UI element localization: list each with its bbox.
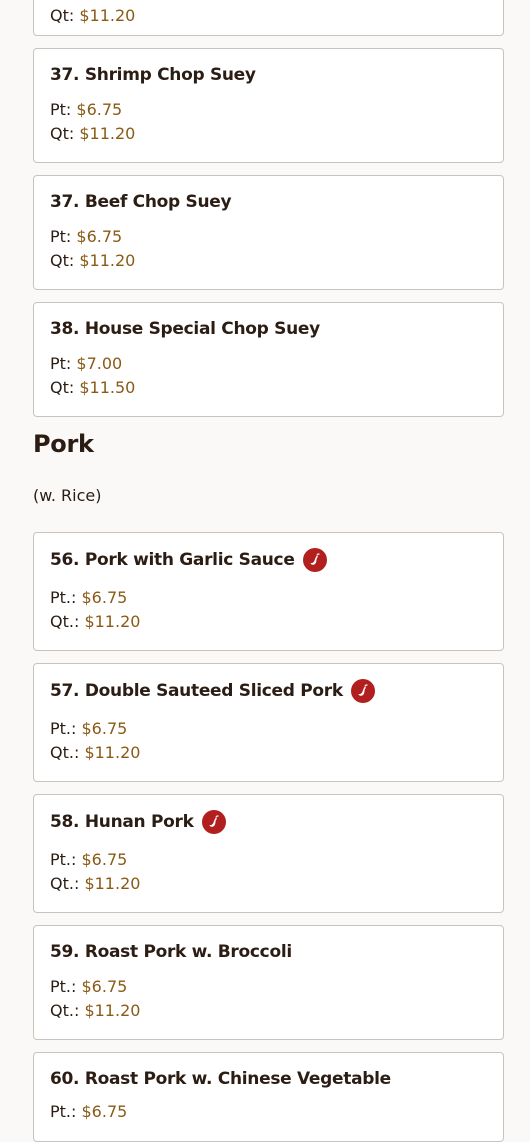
price-value: $6.75 bbox=[81, 588, 128, 607]
price-value: $7.00 bbox=[76, 354, 123, 373]
price-label: Qt: bbox=[50, 124, 75, 143]
price-label: Qt: bbox=[50, 251, 75, 270]
price-label: Pt.: bbox=[50, 977, 77, 996]
section-title: Pork bbox=[33, 430, 94, 458]
price-value: $11.20 bbox=[84, 743, 141, 762]
price-label: Pt.: bbox=[50, 719, 77, 738]
menu-item-card[interactable]: 58. Hunan Pork Pt.: $6.75 Qt.: $11.20 bbox=[33, 794, 504, 913]
menu-item-title-row: 58. Hunan Pork bbox=[50, 810, 226, 834]
price-row: Qt.: $11.20 bbox=[50, 612, 140, 631]
price-row: Qt: $11.20 bbox=[50, 6, 135, 25]
menu-item-card[interactable]: 59. Roast Pork w. Broccoli Pt.: $6.75 Qt… bbox=[33, 925, 504, 1040]
menu-item-card[interactable]: 57. Double Sauteed Sliced Pork Pt.: $6.7… bbox=[33, 663, 504, 782]
menu-item-card[interactable]: Qt: $11.20 bbox=[33, 0, 504, 36]
price-value: $6.75 bbox=[76, 227, 123, 246]
chili-pepper-icon bbox=[201, 810, 226, 834]
price-value: $6.75 bbox=[81, 977, 128, 996]
menu-item-card[interactable]: 37. Shrimp Chop Suey Pt: $6.75 Qt: $11.2… bbox=[33, 48, 504, 163]
price-value: $11.20 bbox=[84, 874, 141, 893]
menu-item-name: 60. Roast Pork w. Chinese Vegetable bbox=[50, 1069, 391, 1089]
chili-pepper-icon bbox=[350, 679, 375, 703]
price-row: Qt.: $11.20 bbox=[50, 743, 140, 762]
price-label: Pt.: bbox=[50, 850, 77, 869]
price-label: Pt.: bbox=[50, 1102, 77, 1121]
price-row: Qt: $11.50 bbox=[50, 378, 135, 397]
price-row: Qt: $11.20 bbox=[50, 251, 135, 270]
price-value: $11.20 bbox=[84, 612, 141, 631]
price-row: Pt.: $6.75 bbox=[50, 1102, 127, 1121]
price-value: $11.20 bbox=[79, 251, 136, 270]
price-row: Pt.: $6.75 bbox=[50, 719, 127, 738]
price-value: $11.50 bbox=[79, 378, 136, 397]
price-value: $6.75 bbox=[76, 100, 123, 119]
price-label: Qt.: bbox=[50, 612, 80, 631]
price-value: $6.75 bbox=[81, 1102, 128, 1121]
price-row: Qt: $11.20 bbox=[50, 124, 135, 143]
price-value: $6.75 bbox=[81, 850, 128, 869]
menu-item-card[interactable]: 38. House Special Chop Suey Pt: $7.00 Qt… bbox=[33, 302, 504, 417]
price-value: $11.20 bbox=[79, 6, 136, 25]
price-row: Pt.: $6.75 bbox=[50, 977, 127, 996]
chili-pepper-icon bbox=[302, 548, 327, 572]
price-row: Qt.: $11.20 bbox=[50, 874, 140, 893]
price-label: Pt: bbox=[50, 354, 72, 373]
menu-item-card[interactable]: 37. Beef Chop Suey Pt: $6.75 Qt: $11.20 bbox=[33, 175, 504, 290]
section-note: (w. Rice) bbox=[33, 486, 102, 505]
price-row: Pt: $7.00 bbox=[50, 354, 122, 373]
price-label: Qt: bbox=[50, 378, 75, 397]
price-row: Pt: $6.75 bbox=[50, 227, 122, 246]
menu-item-name: 59. Roast Pork w. Broccoli bbox=[50, 942, 292, 962]
price-row: Qt.: $11.20 bbox=[50, 1001, 140, 1020]
price-label: Qt.: bbox=[50, 1001, 80, 1020]
price-value: $6.75 bbox=[81, 719, 128, 738]
menu-item-title-row: 56. Pork with Garlic Sauce bbox=[50, 548, 327, 572]
menu-item-name: 37. Shrimp Chop Suey bbox=[50, 65, 256, 85]
price-label: Pt: bbox=[50, 227, 72, 246]
menu-item-name: 57. Double Sauteed Sliced Pork bbox=[50, 681, 343, 701]
menu-item-name: 37. Beef Chop Suey bbox=[50, 192, 232, 212]
price-label: Qt: bbox=[50, 6, 75, 25]
menu-item-name: 58. Hunan Pork bbox=[50, 812, 194, 832]
price-row: Pt.: $6.75 bbox=[50, 850, 127, 869]
price-row: Pt.: $6.75 bbox=[50, 588, 127, 607]
price-label: Qt.: bbox=[50, 743, 80, 762]
menu-item-title-row: 57. Double Sauteed Sliced Pork bbox=[50, 679, 375, 703]
price-value: $11.20 bbox=[79, 124, 136, 143]
menu-item-name: 38. House Special Chop Suey bbox=[50, 319, 320, 339]
menu-item-name: 56. Pork with Garlic Sauce bbox=[50, 550, 295, 570]
price-label: Qt.: bbox=[50, 874, 80, 893]
price-label: Pt.: bbox=[50, 588, 77, 607]
price-value: $11.20 bbox=[84, 1001, 141, 1020]
price-label: Pt: bbox=[50, 100, 72, 119]
menu-item-card[interactable]: 56. Pork with Garlic Sauce Pt.: $6.75 Qt… bbox=[33, 532, 504, 651]
menu-item-card[interactable]: 60. Roast Pork w. Chinese Vegetable Pt.:… bbox=[33, 1052, 504, 1142]
price-row: Pt: $6.75 bbox=[50, 100, 122, 119]
